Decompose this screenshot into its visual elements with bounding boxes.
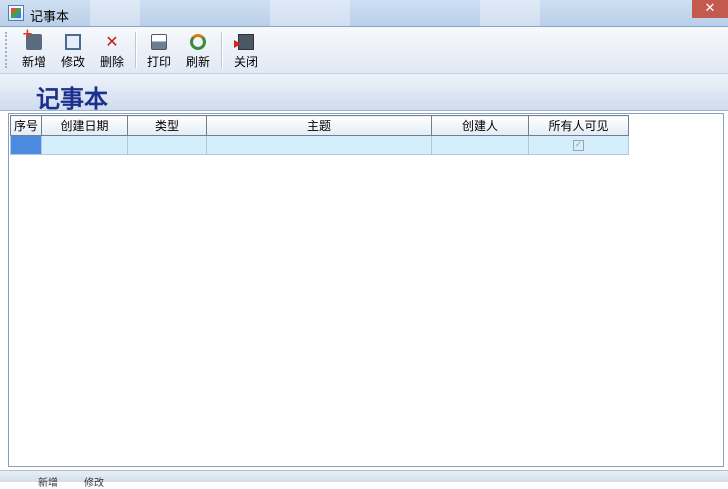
column-header-type[interactable]: 类型 <box>127 115 207 136</box>
column-header-index[interactable]: 序号 <box>10 115 42 136</box>
refresh-button-label: 刷新 <box>185 55 210 69</box>
edit-icon <box>65 34 81 50</box>
table-header-row: 序号 创建日期 类型 主题 创建人 所有人可见 <box>10 115 629 136</box>
close-button[interactable]: 关闭 <box>226 31 266 71</box>
refresh-button[interactable]: 刷新 <box>178 31 218 71</box>
print-button-label: 打印 <box>146 55 171 69</box>
delete-button[interactable]: ✕ 删除 <box>92 31 132 71</box>
delete-button-label: 删除 <box>99 55 124 69</box>
toolbar-separator <box>221 32 223 68</box>
edit-button-label: 修改 <box>60 55 85 69</box>
print-button[interactable]: 打印 <box>139 31 179 71</box>
add-button-label: 新增 <box>21 55 46 69</box>
refresh-icon <box>190 34 206 50</box>
add-button[interactable]: 新增 <box>14 27 54 71</box>
close-button-label: 关闭 <box>233 55 258 69</box>
toolbar-grip[interactable] <box>5 32 11 68</box>
print-icon <box>151 34 167 50</box>
cell-subject[interactable] <box>206 135 432 155</box>
status-add-label: 新增 <box>38 478 58 489</box>
column-header-creator[interactable]: 创建人 <box>431 115 529 136</box>
toolbar: 新增 修改 ✕ 删除 打印 刷新 关闭 <box>0 27 728 74</box>
delete-icon: ✕ <box>105 32 119 51</box>
column-header-public[interactable]: 所有人可见 <box>528 115 629 136</box>
notes-grid[interactable]: 序号 创建日期 类型 主题 创建人 所有人可见 ✓ <box>8 113 724 467</box>
add-note-icon <box>22 27 42 50</box>
public-checkbox[interactable]: ✓ <box>573 140 584 151</box>
toolbar-separator <box>135 32 137 68</box>
title-bar: 记事本 ✕ <box>0 0 728 27</box>
window-title: 记事本 <box>30 10 70 25</box>
cell-creator[interactable] <box>431 135 529 155</box>
page-header: 记事本 <box>0 74 728 113</box>
column-header-subject[interactable]: 主题 <box>206 115 432 136</box>
cell-type[interactable] <box>127 135 207 155</box>
exit-icon <box>234 34 254 50</box>
status-edit-label: 修改 <box>84 478 104 489</box>
status-bar: 新增 修改 <box>0 470 728 489</box>
cell-date[interactable] <box>41 135 128 155</box>
edit-button[interactable]: 修改 <box>53 31 93 71</box>
page-title: 记事本 <box>36 84 108 113</box>
app-icon <box>8 5 24 21</box>
column-header-date[interactable]: 创建日期 <box>41 115 128 136</box>
notes-table: 序号 创建日期 类型 主题 创建人 所有人可见 ✓ <box>10 115 629 155</box>
cell-public[interactable]: ✓ <box>528 135 629 155</box>
cell-index[interactable] <box>10 135 42 155</box>
table-row[interactable]: ✓ <box>10 135 629 155</box>
close-window-button[interactable]: ✕ <box>692 0 728 18</box>
